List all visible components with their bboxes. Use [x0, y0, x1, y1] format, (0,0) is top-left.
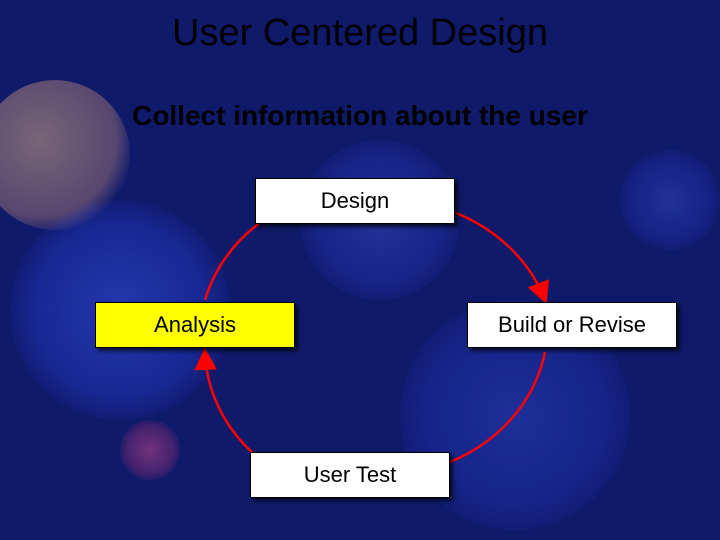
node-label: Design	[321, 188, 389, 214]
node-build: Build or Revise	[467, 302, 677, 348]
node-label: Build or Revise	[498, 312, 646, 338]
decorative-gear	[620, 150, 720, 250]
node-design: Design	[255, 178, 455, 224]
page-title: User Centered Design	[0, 12, 720, 55]
page-subtitle: Collect information about the user	[0, 100, 720, 132]
slide-stage: User Centered Design Collect information…	[0, 0, 720, 540]
node-analysis: Analysis	[95, 302, 295, 348]
node-test: User Test	[250, 452, 450, 498]
decorative-gear	[120, 420, 180, 480]
node-label: Analysis	[154, 312, 236, 338]
node-label: User Test	[304, 462, 397, 488]
